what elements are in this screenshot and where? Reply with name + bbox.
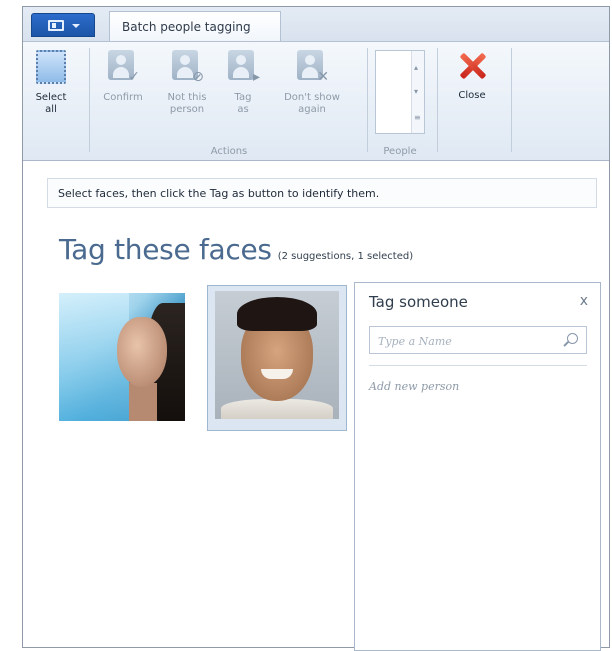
name-search-box[interactable] (369, 326, 587, 354)
face-thumbnail[interactable] (59, 293, 185, 421)
divider (369, 365, 587, 366)
select-all-icon (36, 50, 66, 84)
add-new-person-link[interactable]: Add new person (369, 380, 459, 393)
close-tagging-button[interactable]: Close (449, 50, 495, 102)
ribbon-divider (511, 48, 512, 152)
select-all-label: Select all (35, 92, 67, 115)
close-label: Close (458, 90, 486, 101)
ribbon-divider (367, 48, 368, 152)
not-this-person-label: Not this person (167, 92, 207, 115)
page-title: Tag these faces (2 suggestions, 1 selecte… (59, 233, 413, 266)
suggestion-count: (2 suggestions, 1 selected) (277, 251, 414, 262)
people-gallery[interactable]: ▴ ▾ ≡ (375, 50, 425, 134)
ribbon-divider (437, 48, 438, 152)
ribbon: Select all ✓ Confirm ⊘ Not this person ▸… (23, 41, 609, 161)
confirm-button[interactable]: ✓ Confirm (99, 50, 147, 104)
actions-group-label: Actions (210, 146, 248, 157)
close-x-icon (457, 50, 487, 82)
person-block-icon: ⊘ (170, 50, 204, 84)
ribbon-tab-strip: Batch people tagging (23, 7, 609, 42)
tab-batch-people-tagging[interactable]: Batch people tagging (109, 11, 281, 42)
tag-someone-panel: Tag someone x Add new person (354, 282, 601, 651)
ribbon-divider (89, 48, 90, 152)
expand-gallery-icon[interactable]: ≡ (414, 113, 421, 122)
tag-as-label: Tag as (234, 92, 252, 115)
file-menu-icon (48, 20, 64, 31)
chevron-down-icon (72, 24, 80, 28)
face-thumbnail-selected[interactable] (215, 291, 339, 419)
scroll-down-icon[interactable]: ▾ (414, 87, 418, 96)
person-tag-icon: ▸ (226, 50, 260, 84)
select-all-button[interactable]: Select all (33, 50, 69, 116)
name-input[interactable] (376, 331, 560, 351)
photo-gallery-window: Batch people tagging Select all ✓ Confir… (22, 6, 610, 651)
not-this-person-button[interactable]: ⊘ Not this person (159, 50, 215, 116)
instruction-bar: Select faces, then click the Tag as butt… (47, 178, 597, 208)
confirm-label: Confirm (103, 92, 143, 103)
people-group-label: People (383, 146, 417, 157)
search-icon[interactable] (567, 333, 578, 344)
person-confirm-icon: ✓ (106, 50, 140, 84)
tag-panel-title: Tag someone (369, 293, 468, 311)
page-title-text: Tag these faces (59, 233, 272, 266)
close-icon[interactable]: x (580, 293, 588, 309)
person-hide-icon: ✕ (295, 50, 329, 84)
file-menu-button[interactable] (31, 13, 95, 37)
dont-show-again-label: Don't show again (284, 92, 340, 115)
people-gallery-scrollbar[interactable]: ▴ ▾ ≡ (411, 51, 424, 133)
dont-show-again-button[interactable]: ✕ Don't show again (277, 50, 347, 116)
scroll-up-icon[interactable]: ▴ (414, 63, 418, 72)
tag-as-button[interactable]: ▸ Tag as (223, 50, 263, 116)
